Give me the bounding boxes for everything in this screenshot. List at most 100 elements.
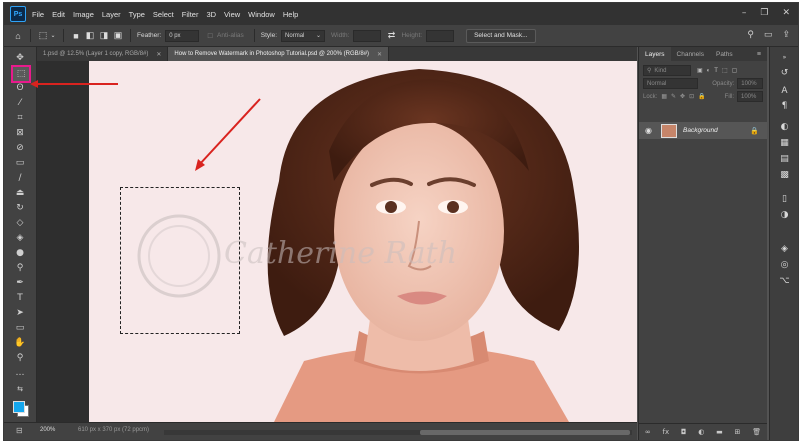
layers-icon[interactable]: ◈ — [778, 243, 791, 255]
gradients-icon[interactable]: ▤ — [778, 153, 791, 165]
home-icon[interactable]: ⌂ — [12, 30, 24, 42]
lock-icons[interactable]: ▦✎✥⊡🔒 — [661, 93, 709, 100]
type-icon[interactable]: T — [12, 291, 28, 305]
menu-help[interactable]: Help — [283, 10, 298, 19]
tab-paths[interactable]: Paths — [710, 47, 739, 61]
filter-icons[interactable]: ▣◐T⬚▢ — [697, 67, 741, 74]
paths-icon[interactable]: ⌥ — [778, 275, 791, 287]
chevron-down-icon: ⌄ — [316, 33, 322, 39]
swap-icon[interactable]: ⇄ — [385, 30, 397, 42]
width-input[interactable] — [353, 29, 382, 42]
path-selection-icon[interactable]: ➤ — [12, 306, 28, 320]
workspace-icon[interactable]: ▭ — [764, 29, 773, 40]
layer-filter-select[interactable]: ⚲ Kind — [643, 65, 691, 76]
add-selection-icon[interactable]: ◧ — [84, 30, 96, 42]
blend-mode-select[interactable]: Normal — [643, 78, 699, 89]
character-icon[interactable]: A — [778, 85, 791, 97]
tab-document-2[interactable]: How to Remove Watermark in Photoshop Tut… — [168, 47, 390, 61]
menu-image[interactable]: Image — [73, 10, 94, 19]
chevron-down-icon[interactable]: ⌄ — [49, 30, 57, 42]
close-icon[interactable]: ✕ — [156, 51, 161, 58]
properties-icon[interactable]: ▯ — [778, 193, 791, 205]
more-tools-icon[interactable]: … — [12, 366, 28, 380]
group-icon[interactable]: ▬ — [716, 428, 723, 436]
zoom-level[interactable]: 200% — [40, 427, 55, 433]
tab-layers[interactable]: Layers — [639, 47, 671, 61]
rectangle-icon[interactable]: ▭ — [12, 321, 28, 335]
filter-label: Kind — [654, 67, 667, 74]
close-icon[interactable]: ✕ — [377, 51, 382, 58]
horizontal-scrollbar[interactable] — [164, 430, 632, 435]
menu-select[interactable]: Select — [153, 10, 174, 19]
channels-icon[interactable]: ◎ — [778, 259, 791, 271]
tab-channels[interactable]: Channels — [671, 47, 710, 61]
patterns-icon[interactable]: ▩ — [778, 169, 791, 181]
scrollbar-thumb[interactable] — [420, 430, 630, 435]
collapse-icon[interactable]: » — [778, 51, 791, 63]
layer-row-background[interactable]: ◉ Background 🔒 — [639, 122, 767, 139]
restore-icon[interactable]: ❐ — [760, 8, 768, 18]
foreground-color-swatch[interactable] — [13, 401, 25, 413]
eyedropper-icon[interactable]: ⊘ — [12, 141, 28, 155]
blur-icon[interactable]: ● — [12, 246, 28, 260]
menu-file[interactable]: File — [32, 10, 44, 19]
select-and-mask-button[interactable]: Select and Mask... — [466, 28, 536, 43]
menu-filter[interactable]: Filter — [182, 10, 199, 19]
history-brush-icon[interactable]: ↻ — [12, 201, 28, 215]
clone-stamp-icon[interactable]: ⏏ — [12, 186, 28, 200]
dodge-icon[interactable]: ⚲ — [12, 261, 28, 275]
status-icon: ⊟ — [16, 426, 23, 435]
panel-menu-icon[interactable]: ≡ — [757, 51, 761, 58]
adjustments-icon[interactable]: ◑ — [778, 209, 791, 221]
minimize-icon[interactable]: – — [742, 8, 747, 18]
magic-wand-icon[interactable]: ⁄ — [12, 96, 28, 110]
move-icon[interactable]: ✥ — [12, 51, 28, 65]
visibility-eye-icon[interactable]: ◉ — [645, 126, 655, 135]
link-icon[interactable]: ∞ — [645, 428, 651, 436]
eraser-icon[interactable]: ◇ — [12, 216, 28, 230]
share-icon[interactable]: ⇪ — [782, 29, 790, 40]
marquee-preset-icon[interactable]: ⬚ — [37, 30, 49, 42]
gradient-icon[interactable]: ◈ — [12, 231, 28, 245]
antialias-checkbox[interactable]: ☐ — [207, 32, 213, 40]
intersect-selection-icon[interactable]: ▣ — [112, 30, 124, 42]
trash-icon[interactable]: 🗑 — [752, 428, 761, 436]
adjustment-icon[interactable]: ◐ — [698, 428, 704, 436]
color-icon[interactable]: ◐ — [778, 121, 791, 133]
feather-input[interactable]: 0 px — [165, 29, 200, 42]
subtract-selection-icon[interactable]: ◨ — [98, 30, 110, 42]
tools-panel: ✥ ⬚ ʘ ⁄ ⌗ ⊠ ⊘ ▭ ∕ ⏏ ↻ ◇ ◈ ● ⚲ ✒ T ➤ ▭ ✋ … — [4, 47, 37, 422]
history-icon[interactable]: ↺ — [778, 67, 791, 79]
lasso-icon[interactable]: ʘ — [12, 81, 28, 95]
menu-edit[interactable]: Edit — [52, 10, 65, 19]
new-selection-icon[interactable]: ■ — [70, 30, 82, 42]
menu-type[interactable]: Type — [129, 10, 145, 19]
mask-icon[interactable]: ◘ — [681, 428, 687, 436]
tab-document-1[interactable]: 1.psd @ 12.5% (Layer 1 copy, RGB/8#) ✕ — [37, 47, 169, 61]
watermark-text: Catherine Rath — [224, 236, 458, 271]
menu-view[interactable]: View — [224, 10, 240, 19]
paragraph-icon[interactable]: ¶ — [778, 100, 791, 112]
swatches-icon[interactable]: ▦ — [778, 137, 791, 149]
search-icon[interactable]: ⚲ — [747, 29, 754, 40]
fill-input[interactable]: 100% — [737, 91, 763, 102]
zoom-icon[interactable]: ⚲ — [12, 351, 28, 365]
fx-icon[interactable]: fx — [663, 428, 670, 436]
crop-icon[interactable]: ⌗ — [12, 111, 28, 125]
style-select[interactable]: Normal ⌄ — [281, 29, 326, 42]
new-layer-icon[interactable]: ⊞ — [735, 428, 741, 436]
opacity-input[interactable]: 100% — [737, 78, 763, 89]
brush-icon[interactable]: ∕ — [12, 171, 28, 185]
swap-colors-icon[interactable]: ⇆ — [12, 382, 28, 396]
menu-window[interactable]: Window — [248, 10, 275, 19]
rectangular-selection[interactable] — [120, 187, 240, 334]
hand-icon[interactable]: ✋ — [12, 336, 28, 350]
frame-icon[interactable]: ⊠ — [12, 126, 28, 140]
close-icon[interactable]: ✕ — [782, 8, 790, 18]
menu-3d[interactable]: 3D — [206, 10, 216, 19]
healing-brush-icon[interactable]: ▭ — [12, 156, 28, 170]
height-input[interactable] — [426, 29, 455, 42]
menu-layer[interactable]: Layer — [102, 10, 121, 19]
pen-icon[interactable]: ✒ — [12, 276, 28, 290]
document-canvas[interactable]: Catherine Rath — [89, 61, 637, 422]
